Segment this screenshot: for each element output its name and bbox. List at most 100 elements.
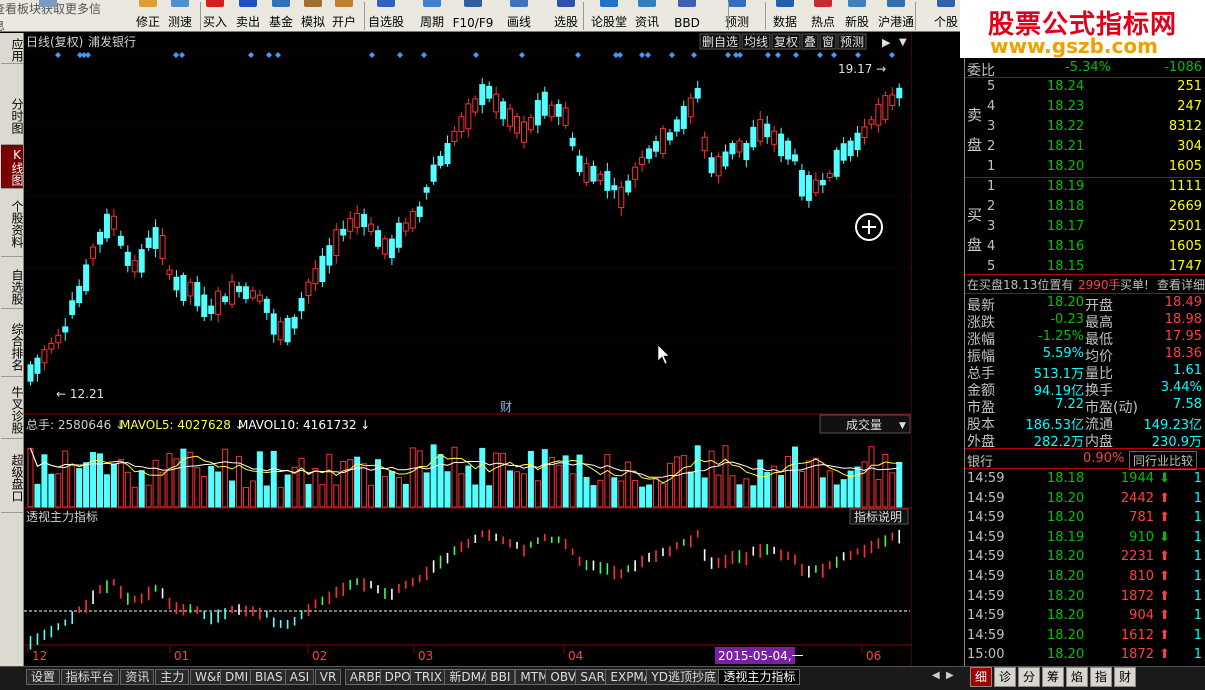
indicator-tab[interactable]: 资讯: [120, 669, 155, 685]
finance-marker[interactable]: 财: [500, 400, 512, 414]
position-detail-link[interactable]: 查看详细: [1157, 276, 1205, 293]
left-tab-4[interactable]: 自选股: [1, 265, 24, 309]
toolbar-ipo-button[interactable]: 新股: [841, 0, 873, 32]
left-tab-5[interactable]: 综合排名: [1, 317, 24, 377]
chart-header-expand-icon[interactable]: ▶: [882, 36, 891, 49]
sell-price[interactable]: 18.20: [1047, 159, 1084, 174]
volume-bar: [687, 471, 694, 508]
candle-body: [479, 84, 486, 106]
quote-tab[interactable]: 指: [1090, 667, 1112, 687]
toolbar-hot-button[interactable]: 热点: [807, 0, 839, 32]
toolbar-stock-button[interactable]: 个股: [929, 0, 963, 32]
indicator-tab[interactable]: BIAS: [250, 669, 288, 685]
left-tab-3[interactable]: 个股资料: [1, 191, 24, 257]
indicator-tab[interactable]: DMI: [220, 669, 254, 685]
speed-icon: [171, 0, 189, 7]
chevron-down-icon[interactable]: ▼: [899, 421, 906, 431]
sell-price[interactable]: 18.21: [1047, 139, 1084, 154]
indicator-tab[interactable]: VR: [314, 669, 342, 685]
candle-body: [402, 222, 409, 232]
stat-value: 7.22: [1055, 397, 1084, 412]
volume-bar: [423, 472, 430, 508]
quote-tab[interactable]: 财: [1114, 667, 1136, 687]
toolbar-fund-button[interactable]: 基金: [266, 0, 296, 32]
quote-tab[interactable]: 细: [970, 667, 992, 687]
toolbar-bbd-button[interactable]: BBD: [667, 0, 707, 32]
stat-value: 5.59%: [1042, 346, 1084, 361]
candle-body: [423, 187, 430, 193]
volume-bar: [103, 474, 110, 508]
indicator-tab[interactable]: TRIX: [409, 669, 448, 685]
buy-price[interactable]: 18.18: [1047, 199, 1084, 214]
buy-price[interactable]: 18.16: [1047, 239, 1084, 254]
candle-body: [840, 143, 847, 161]
divider: [965, 274, 1205, 275]
toolbar-speed-button[interactable]: 测速: [165, 0, 195, 32]
volume-bar: [388, 470, 395, 508]
tab-scroll-right-icon[interactable]: ▶: [946, 670, 954, 681]
toolbar-search-button[interactable]: 查看板块获取更多信息: [0, 0, 103, 33]
candle-body: [277, 321, 284, 341]
indicator-tab[interactable]: 指标平台: [60, 669, 119, 685]
left-tab-1[interactable]: 分时图: [1, 88, 24, 145]
stat-value: 1.61: [1173, 363, 1202, 378]
toolbar-star-button[interactable]: 自选股: [365, 0, 407, 32]
sell-price[interactable]: 18.22: [1047, 119, 1084, 134]
indicator-tab[interactable]: 透视主力指标: [718, 669, 801, 685]
candle-body: [333, 229, 340, 257]
buy-price[interactable]: 18.19: [1047, 179, 1084, 194]
toolbar-forecast-button[interactable]: 预测: [717, 0, 757, 32]
volume-bar: [298, 457, 305, 508]
toolbar-sell-button[interactable]: 卖出: [233, 0, 263, 32]
sell-price[interactable]: 18.23: [1047, 99, 1084, 114]
buy-price[interactable]: 18.15: [1047, 259, 1084, 274]
quote-tab[interactable]: 焰: [1066, 667, 1088, 687]
chart-header-dropdown-icon[interactable]: ▼: [899, 37, 907, 48]
toolbar-pen-button[interactable]: 画线: [499, 0, 539, 32]
toolbar-clock-button[interactable]: 周期: [412, 0, 452, 32]
chart-header-button-label: 窗: [822, 35, 834, 49]
toolbar-news-button[interactable]: 资讯: [630, 0, 664, 32]
toolbar-f10-button[interactable]: F10/F9: [451, 0, 495, 32]
kline-chart[interactable]: 日线(复权)浦发银行删自选均线复权叠窗预测▶▼19.5618.0216.4714…: [24, 33, 912, 666]
left-tab-7[interactable]: 超级盘口: [1, 443, 24, 513]
candle-body: [854, 132, 861, 151]
candle-body: [55, 334, 62, 344]
quote-tab[interactable]: 分: [1018, 667, 1040, 687]
toolbar-filter-button[interactable]: 选股: [546, 0, 586, 32]
left-tab-6[interactable]: 牛叉诊股: [1, 381, 24, 439]
star-icon: [377, 0, 395, 7]
indicator-tab[interactable]: 设置: [26, 669, 61, 685]
candle-body: [381, 238, 388, 255]
left-tab-0[interactable]: 应用: [1, 37, 24, 64]
quote-tab[interactable]: 筹: [1042, 667, 1064, 687]
indicator-tab[interactable]: 主力: [155, 669, 190, 685]
buy-price[interactable]: 18.17: [1047, 219, 1084, 234]
volume-bar: [458, 473, 465, 508]
candle-body: [242, 286, 249, 300]
volume-bar: [152, 459, 159, 508]
sell-price[interactable]: 18.24: [1047, 79, 1084, 94]
tick-count: 1: [1193, 510, 1202, 526]
tab-scroll-left-icon[interactable]: ◀: [932, 670, 940, 681]
volume-bar: [187, 451, 194, 508]
volume-bar: [527, 450, 534, 508]
indicator-tab[interactable]: YD逃顶抄底: [646, 669, 721, 685]
toolbar-simulate-button[interactable]: 模拟: [298, 0, 328, 32]
toolbar-data-button[interactable]: 数据: [769, 0, 801, 32]
volume-bar: [653, 477, 659, 508]
arrow-up-icon: ⬆: [1159, 549, 1170, 565]
hk-icon: [887, 0, 905, 7]
quote-tab[interactable]: 诊: [994, 667, 1016, 687]
indicator-tab[interactable]: BBI: [485, 669, 516, 685]
candle-body: [222, 296, 229, 303]
toolbar-buy-button[interactable]: 买入: [200, 0, 230, 32]
toolbar-forum-button[interactable]: 论股堂: [587, 0, 631, 32]
toolbar-hk-button[interactable]: 沪港通: [877, 0, 915, 32]
toolbar-account-button[interactable]: 开户: [329, 0, 359, 32]
indicator-tab[interactable]: ASI: [284, 669, 315, 685]
candle-body: [771, 130, 778, 145]
candle-body: [395, 222, 402, 248]
toolbar-edit-button[interactable]: 修正: [133, 0, 163, 32]
left-tab-2[interactable]: K线图: [1, 145, 24, 189]
